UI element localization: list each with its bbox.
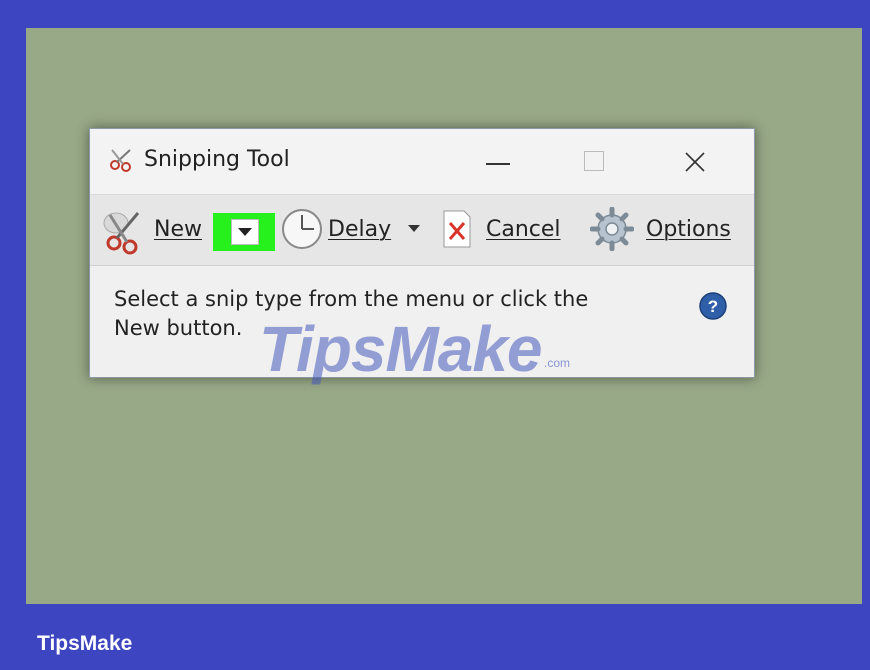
cancel-icon	[443, 210, 471, 248]
chevron-down-icon	[238, 228, 252, 236]
gear-icon	[590, 207, 634, 251]
clock-icon	[282, 209, 322, 249]
help-icon[interactable]: ?	[698, 291, 728, 321]
scissors-icon	[103, 212, 140, 255]
delay-button-label: Delay	[328, 217, 392, 242]
toolbar: New Delay Cancel Options	[90, 194, 754, 266]
delay-button[interactable]: Delay	[280, 195, 435, 265]
options-button-label: Options	[646, 217, 731, 242]
title-bar[interactable]: Snipping Tool	[90, 129, 754, 194]
watermark-text: TipsMake	[259, 313, 542, 385]
cancel-button[interactable]: Cancel	[442, 195, 572, 265]
watermark-logo: TipsMake .com	[259, 312, 699, 388]
svg-text:?: ?	[708, 297, 718, 316]
new-mode-dropdown-button[interactable]	[231, 219, 259, 245]
options-button[interactable]: Options	[590, 195, 754, 265]
cancel-button-label: Cancel	[486, 217, 561, 242]
chevron-down-icon	[408, 225, 420, 232]
window-title: Snipping Tool	[144, 147, 290, 172]
status-line-1: Select a snip type from the menu or clic…	[114, 287, 589, 311]
close-icon	[685, 152, 705, 172]
footer-brand: TipsMake	[37, 632, 133, 655]
scissors-icon	[110, 149, 131, 172]
maximize-button[interactable]	[564, 139, 624, 183]
close-button[interactable]	[666, 139, 726, 183]
watermark-suffix: .com	[544, 356, 571, 370]
minimize-button[interactable]	[468, 139, 528, 183]
new-button-label: New	[154, 217, 202, 242]
new-button[interactable]: New	[96, 195, 214, 265]
